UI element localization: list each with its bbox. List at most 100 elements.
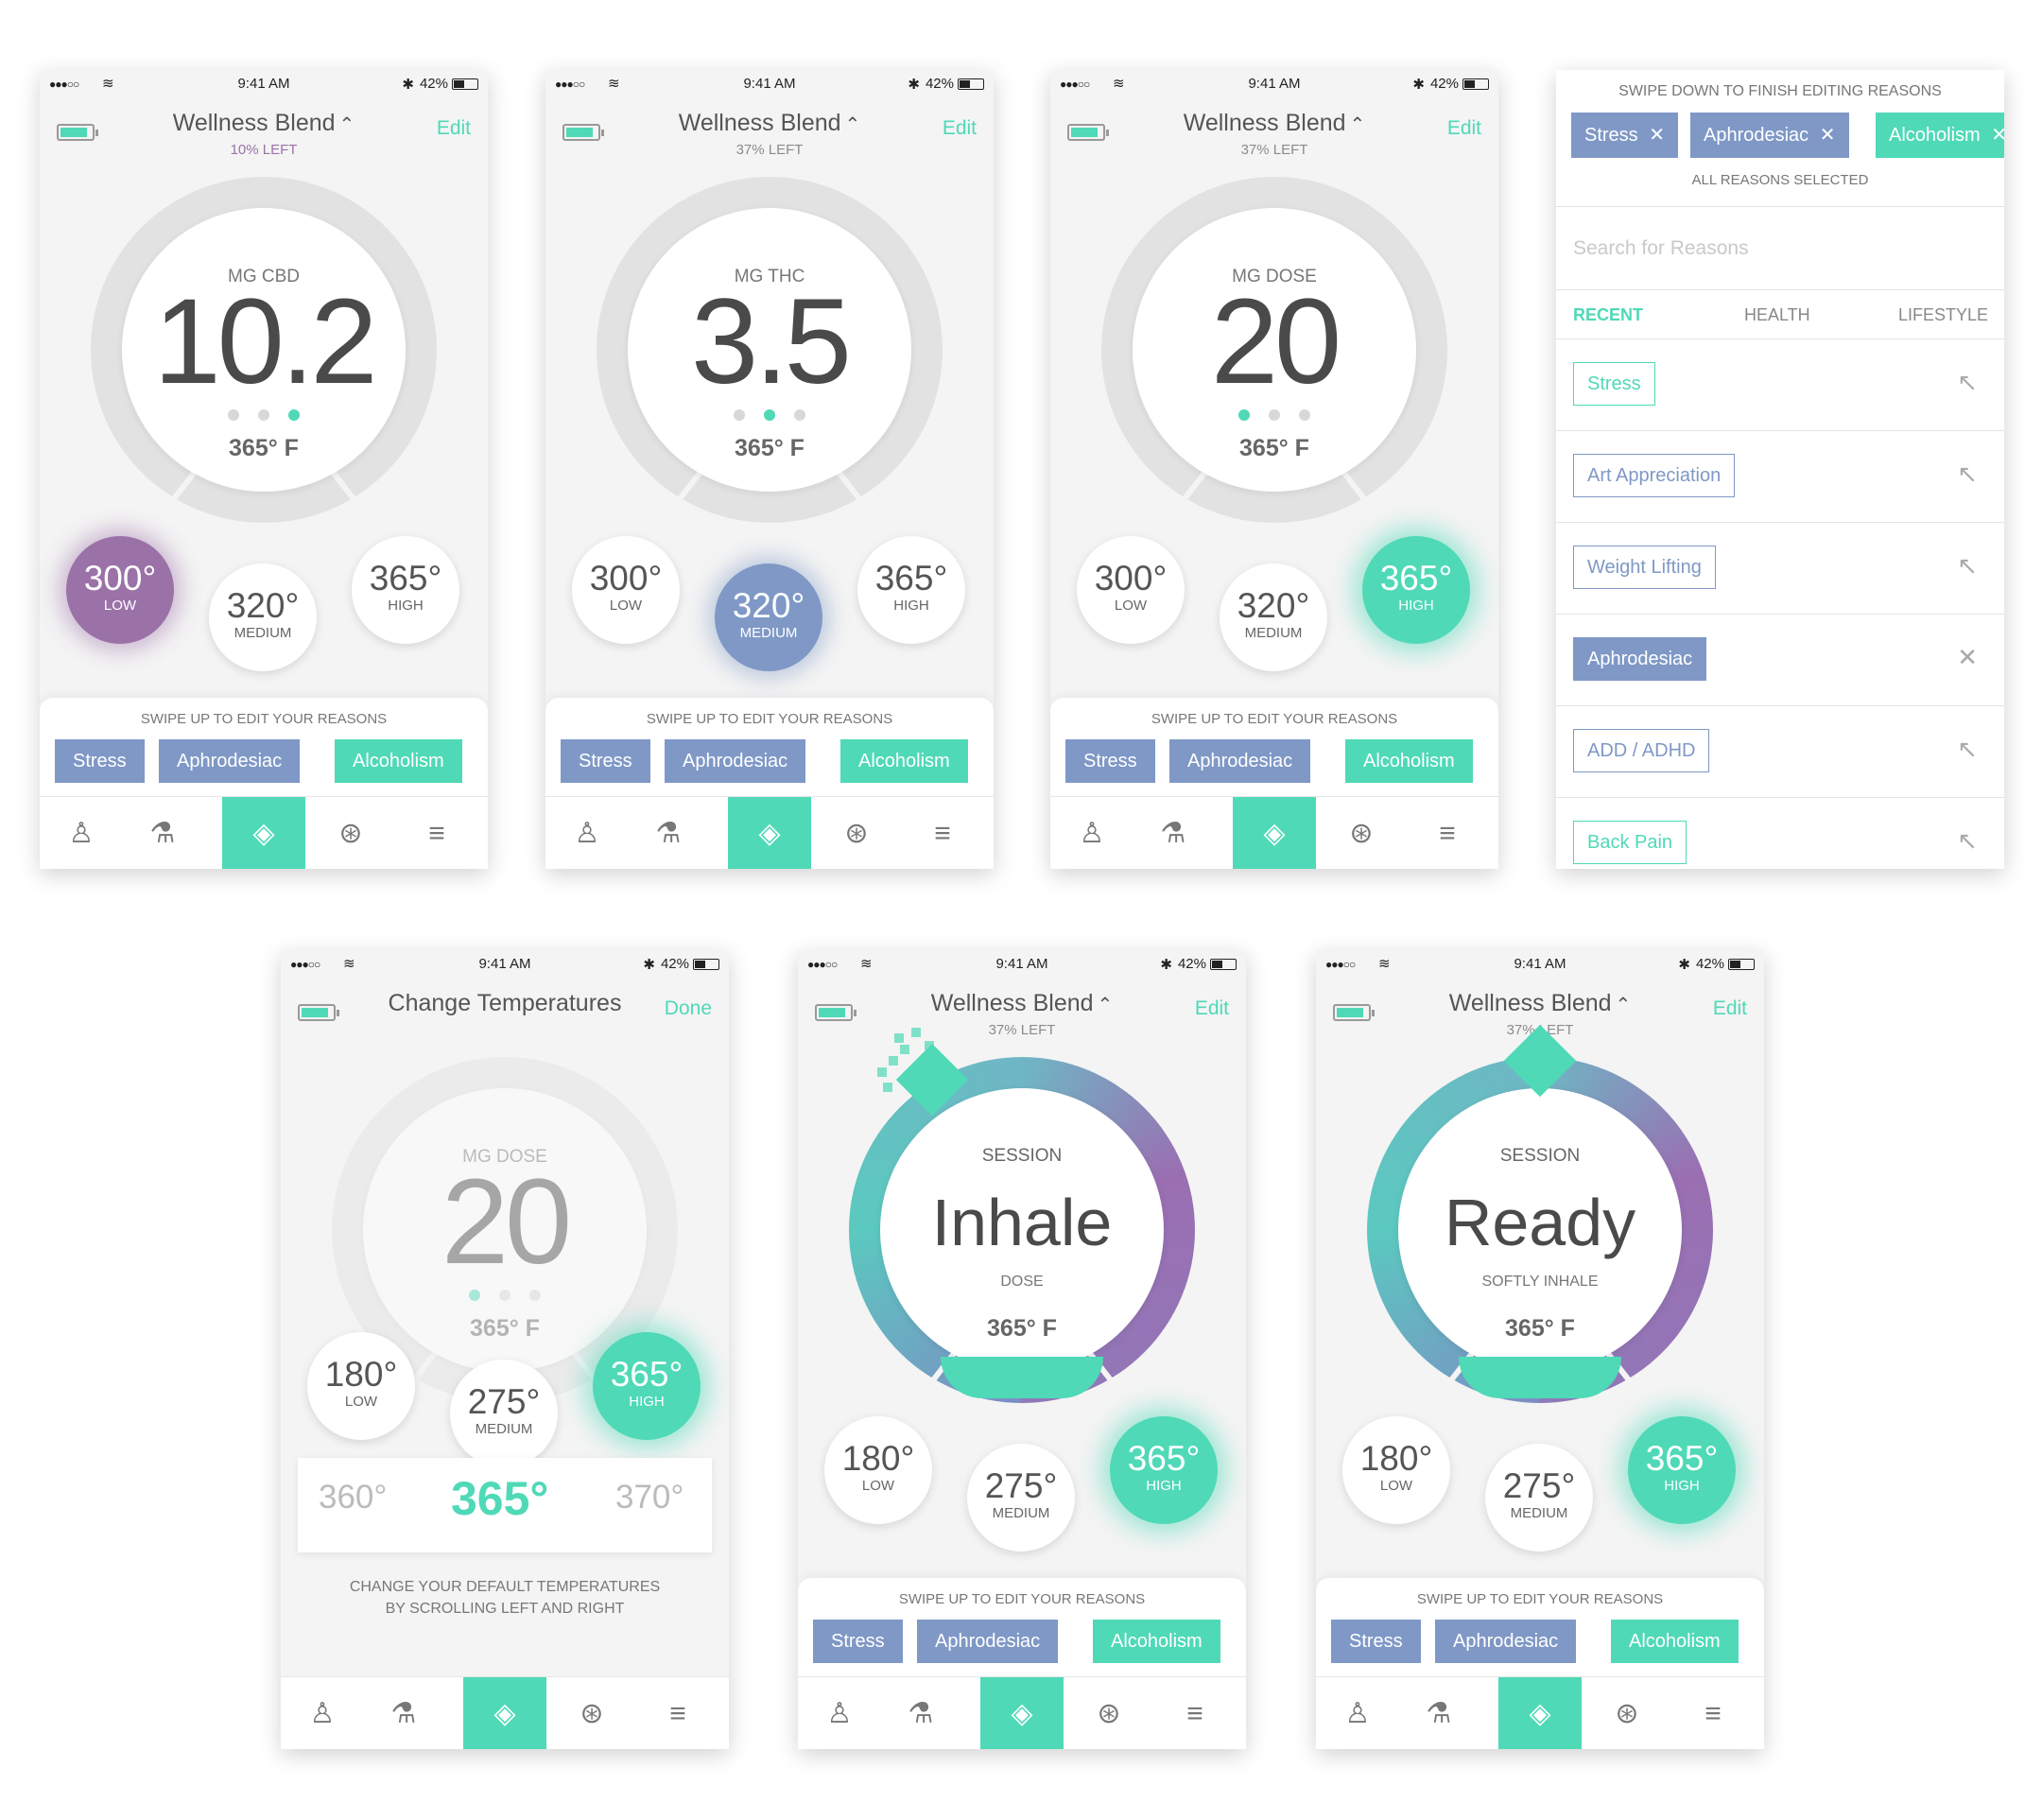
dose-dial[interactable]: MG CBD 10.2 365° F	[40, 70, 488, 524]
tab-lifebuoy[interactable]: ⊛	[309, 797, 392, 869]
add-arrow-icon[interactable]: ↖	[1957, 459, 1978, 489]
reason-chip-alcoholism[interactable]: Alcoholism	[1345, 739, 1473, 783]
tab-sliders[interactable]: ≡	[1671, 1677, 1755, 1749]
tab-sliders[interactable]: ≡	[1406, 797, 1489, 869]
temp-low-button[interactable]: 300° LOW	[1077, 536, 1185, 644]
tab-pills[interactable]: ◈	[1233, 797, 1316, 869]
temp-medium-button[interactable]: 320° MEDIUM	[209, 563, 317, 671]
tab-flask[interactable]: ⚗	[121, 797, 204, 869]
tab-sliders[interactable]: ≡	[901, 797, 984, 869]
tab-flask[interactable]: ⚗	[1132, 797, 1215, 869]
edit-button[interactable]: Edit	[1713, 997, 1747, 1020]
reason-chip-alcoholism[interactable]: Alcoholism	[335, 739, 462, 783]
reasons-panel[interactable]: SWIPE UP TO EDIT YOUR REASONS Stress Aphro…	[545, 698, 994, 796]
remove-icon[interactable]: ✕	[1649, 125, 1665, 146]
search-reasons-input[interactable]: Search for Reasons	[1556, 207, 2004, 290]
temp-high-button[interactable]: 365° HIGH	[857, 536, 965, 644]
temp-low-button[interactable]: 180° LOW	[1342, 1416, 1450, 1524]
tab-pills[interactable]: ◈	[463, 1677, 546, 1749]
temp-high-button[interactable]: 365° HIGH	[593, 1332, 701, 1440]
temp-high-button[interactable]: 365° HIGH	[352, 536, 459, 644]
temp-medium-button[interactable]: 275° MEDIUM	[1485, 1444, 1593, 1551]
tab-flask[interactable]: ⚗	[627, 797, 710, 869]
selected-chip-stress[interactable]: Stress ✕	[1571, 113, 1679, 158]
temp-medium-button[interactable]: 320° MEDIUM	[1220, 563, 1327, 671]
temp-low-button[interactable]: 180° LOW	[824, 1416, 932, 1524]
add-arrow-icon[interactable]: ↖	[1957, 735, 1978, 764]
tab-lifebuoy[interactable]: ⊛	[815, 797, 898, 869]
tab-pills[interactable]: ◈	[222, 797, 305, 869]
tab-lifebuoy[interactable]: ⊛	[1320, 797, 1403, 869]
reasons-panel[interactable]: SWIPE UP TO EDIT YOUR REASONS Stress Aphro…	[1316, 1578, 1764, 1676]
reason-chip-aphrodesiac[interactable]: Aphrodesiac	[917, 1620, 1059, 1663]
remove-icon[interactable]: ✕	[1820, 125, 1836, 146]
add-arrow-icon[interactable]: ↖	[1957, 551, 1978, 581]
temp-medium-button[interactable]: 275° MEDIUM	[967, 1444, 1075, 1551]
temp-low-button[interactable]: 180° LOW	[307, 1332, 415, 1440]
tab-user[interactable]: ♙	[798, 1677, 881, 1749]
dose-dial[interactable]: MG DOSE 20 365° F	[1050, 70, 1498, 524]
temp-high-button[interactable]: 365° HIGH	[1110, 1416, 1218, 1524]
reason-chip-stress[interactable]: Stress	[1331, 1620, 1421, 1663]
reason-tag[interactable]: Art Appreciation	[1573, 454, 1736, 497]
reason-chip-stress[interactable]: Stress	[55, 739, 145, 783]
reason-chip-aphrodesiac[interactable]: Aphrodesiac	[159, 739, 301, 783]
chevron-up-icon[interactable]: ⌃	[1616, 995, 1632, 1015]
remove-icon[interactable]: ✕	[1957, 643, 1978, 672]
reason-row[interactable]: Stress ↖	[1556, 339, 2004, 431]
reason-chip-alcoholism[interactable]: Alcoholism	[1093, 1620, 1220, 1663]
tab-flask[interactable]: ⚗	[879, 1677, 962, 1749]
tab-sliders[interactable]: ≡	[636, 1677, 719, 1749]
temp-high-button[interactable]: 365° HIGH	[1628, 1416, 1736, 1524]
tab-recent[interactable]: RECENT	[1573, 305, 1643, 325]
reason-chip-aphrodesiac[interactable]: Aphrodesiac	[1169, 739, 1311, 783]
picker-next-value[interactable]: 370°	[615, 1479, 684, 1517]
reason-chip-alcoholism[interactable]: Alcoholism	[1611, 1620, 1739, 1663]
tab-sliders[interactable]: ≡	[395, 797, 478, 869]
tab-user[interactable]: ♙	[281, 1677, 364, 1749]
reason-chip-stress[interactable]: Stress	[813, 1620, 903, 1663]
tab-sliders[interactable]: ≡	[1153, 1677, 1237, 1749]
tab-pills[interactable]: ◈	[728, 797, 811, 869]
reason-row[interactable]: Art Appreciation ↖	[1556, 431, 2004, 523]
reason-chip-stress[interactable]: Stress	[1065, 739, 1155, 783]
reason-row[interactable]: Aphrodesiac ✕	[1556, 615, 2004, 706]
remove-icon[interactable]: ✕	[1991, 125, 2004, 146]
reason-row[interactable]: Back Pain ↖	[1556, 798, 2004, 869]
temp-medium-button[interactable]: 275° MEDIUM	[450, 1360, 558, 1467]
tab-flask[interactable]: ⚗	[362, 1677, 445, 1749]
picker-prev-value[interactable]: 360°	[319, 1479, 387, 1517]
tab-pills[interactable]: ◈	[980, 1677, 1064, 1749]
device-title[interactable]: Wellness Blend ⌃	[1316, 990, 1764, 1017]
tab-pills[interactable]: ◈	[1498, 1677, 1582, 1749]
reasons-panel[interactable]: SWIPE UP TO EDIT YOUR REASONS Stress Aphro…	[40, 698, 488, 796]
reasons-panel[interactable]: SWIPE UP TO EDIT YOUR REASONS Stress Aphro…	[1050, 698, 1498, 796]
temp-high-button[interactable]: 365° HIGH	[1362, 536, 1470, 644]
reason-row[interactable]: Weight Lifting ↖	[1556, 523, 2004, 615]
reason-tag[interactable]: Stress	[1573, 362, 1655, 406]
add-arrow-icon[interactable]: ↖	[1957, 826, 1978, 856]
tab-lifestyle[interactable]: LIFESTYLE	[1898, 305, 1988, 325]
device-title[interactable]: Wellness Blend ⌃	[798, 990, 1246, 1017]
dose-dial[interactable]: MG THC 3.5 365° F	[545, 70, 994, 524]
tab-user[interactable]: ♙	[1050, 797, 1133, 869]
reason-tag[interactable]: Back Pain	[1573, 821, 1687, 864]
tab-lifebuoy[interactable]: ⊛	[550, 1677, 633, 1749]
reason-row[interactable]: ADD / ADHD ↖	[1556, 706, 2004, 798]
chevron-up-icon[interactable]: ⌃	[1098, 995, 1114, 1015]
tab-lifebuoy[interactable]: ⊛	[1067, 1677, 1151, 1749]
reason-tag[interactable]: Weight Lifting	[1573, 546, 1716, 589]
temp-medium-button[interactable]: 320° MEDIUM	[715, 563, 822, 671]
reason-chip-aphrodesiac[interactable]: Aphrodesiac	[665, 739, 806, 783]
reason-chip-aphrodesiac[interactable]: Aphrodesiac	[1435, 1620, 1577, 1663]
selected-chip-aphrodesiac[interactable]: Aphrodesiac ✕	[1690, 113, 1849, 158]
tab-user[interactable]: ♙	[40, 797, 123, 869]
temperature-picker[interactable]: 360° 365° 370°	[298, 1458, 712, 1552]
reason-chip-alcoholism[interactable]: Alcoholism	[840, 739, 968, 783]
add-arrow-icon[interactable]: ↖	[1957, 368, 1978, 397]
temp-low-button[interactable]: 300° LOW	[572, 536, 680, 644]
tab-lifebuoy[interactable]: ⊛	[1585, 1677, 1669, 1749]
tab-user[interactable]: ♙	[545, 797, 629, 869]
reasons-panel[interactable]: SWIPE UP TO EDIT YOUR REASONS Stress Aphro…	[798, 1578, 1246, 1676]
temp-low-button[interactable]: 300° LOW	[66, 536, 174, 644]
